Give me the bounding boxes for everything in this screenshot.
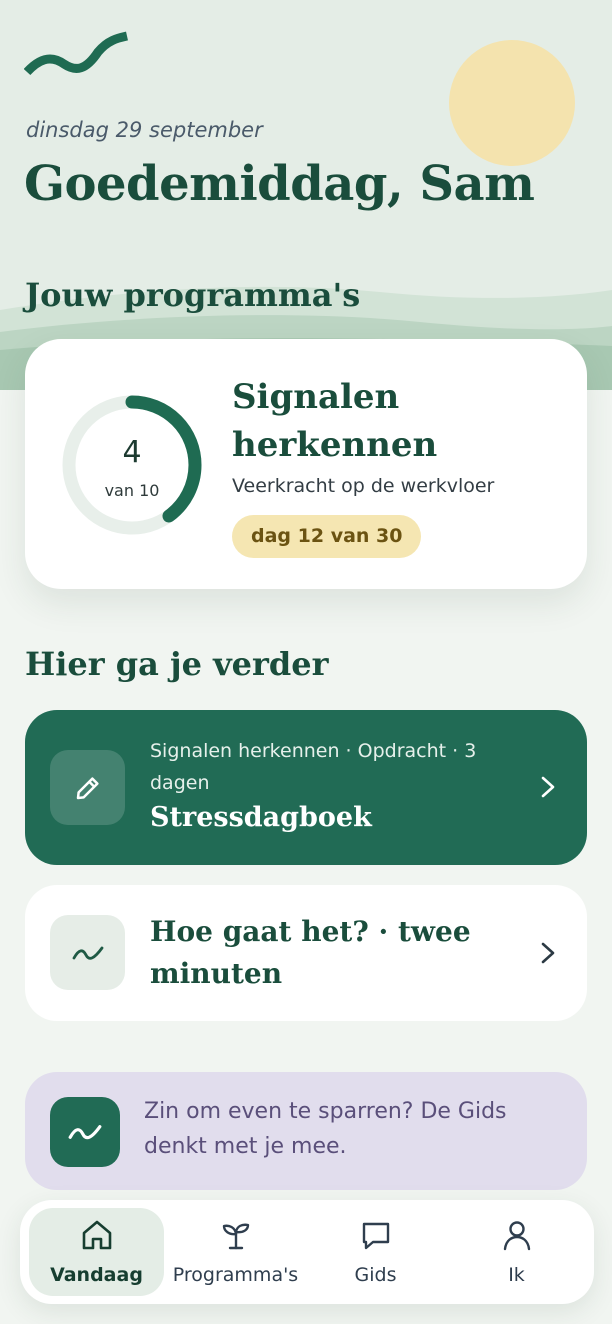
progress-label: van 10 <box>104 481 160 500</box>
sprout-icon <box>222 1223 249 1250</box>
tab-programmas[interactable]: Programma's <box>168 1208 303 1296</box>
home-icon <box>82 1220 111 1250</box>
user-icon <box>503 1221 530 1251</box>
current-date: dinsdag 29 september <box>26 118 263 142</box>
tab-label: Ik <box>508 1264 525 1286</box>
task-meta: Signalen herkennen · Opdracht · 3 dagen <box>150 740 477 794</box>
tab-label: Programma's <box>172 1264 299 1286</box>
task-title: Stressdagboek <box>150 802 372 833</box>
tab-label: Gids <box>354 1264 397 1286</box>
gids-prompt-card[interactable]: Zin om even te sparren? De Gids denkt me… <box>25 1072 587 1190</box>
tab-label: Vandaag <box>50 1264 143 1286</box>
wave-icon <box>50 915 125 990</box>
sun-decoration <box>449 40 575 166</box>
tab-gids[interactable]: Gids <box>308 1208 443 1296</box>
tab-ik[interactable]: Ik <box>449 1208 584 1296</box>
checkin-card[interactable]: Hoe gaat het? · twee minuten <box>25 885 587 1021</box>
wave-icon <box>50 1097 120 1167</box>
chevron-right-icon <box>541 776 555 798</box>
pencil-icon <box>50 750 125 825</box>
tab-vandaag[interactable]: Vandaag <box>29 1208 164 1296</box>
progress-value: 4 <box>122 435 142 470</box>
day-badge: dag 12 van 30 <box>232 515 422 558</box>
program-title: Signalen herkennen <box>232 377 438 465</box>
logo <box>24 31 128 76</box>
chat-icon <box>362 1222 389 1250</box>
program-card[interactable]: 4 van 10 Signalen herkennen Veerkracht o… <box>25 339 587 589</box>
checkin-title: Hoe gaat het? · twee minuten <box>150 915 471 990</box>
program-subtitle: Veerkracht op de werkvloer <box>232 475 495 497</box>
gids-prompt-text: Zin om even te sparren? De Gids denkt me… <box>144 1099 507 1159</box>
task-card-stressdagboek[interactable]: Signalen herkennen · Opdracht · 3 dagen … <box>25 710 587 865</box>
programs-section-title: Jouw programma's <box>25 276 361 314</box>
bottom-tab-bar: Vandaag Programma's Gids Ik <box>20 1200 594 1304</box>
chevron-right-icon <box>541 942 555 964</box>
greeting-heading: Goedemiddag, Sam <box>24 156 535 212</box>
continue-section-title: Hier ga je verder <box>25 645 329 683</box>
